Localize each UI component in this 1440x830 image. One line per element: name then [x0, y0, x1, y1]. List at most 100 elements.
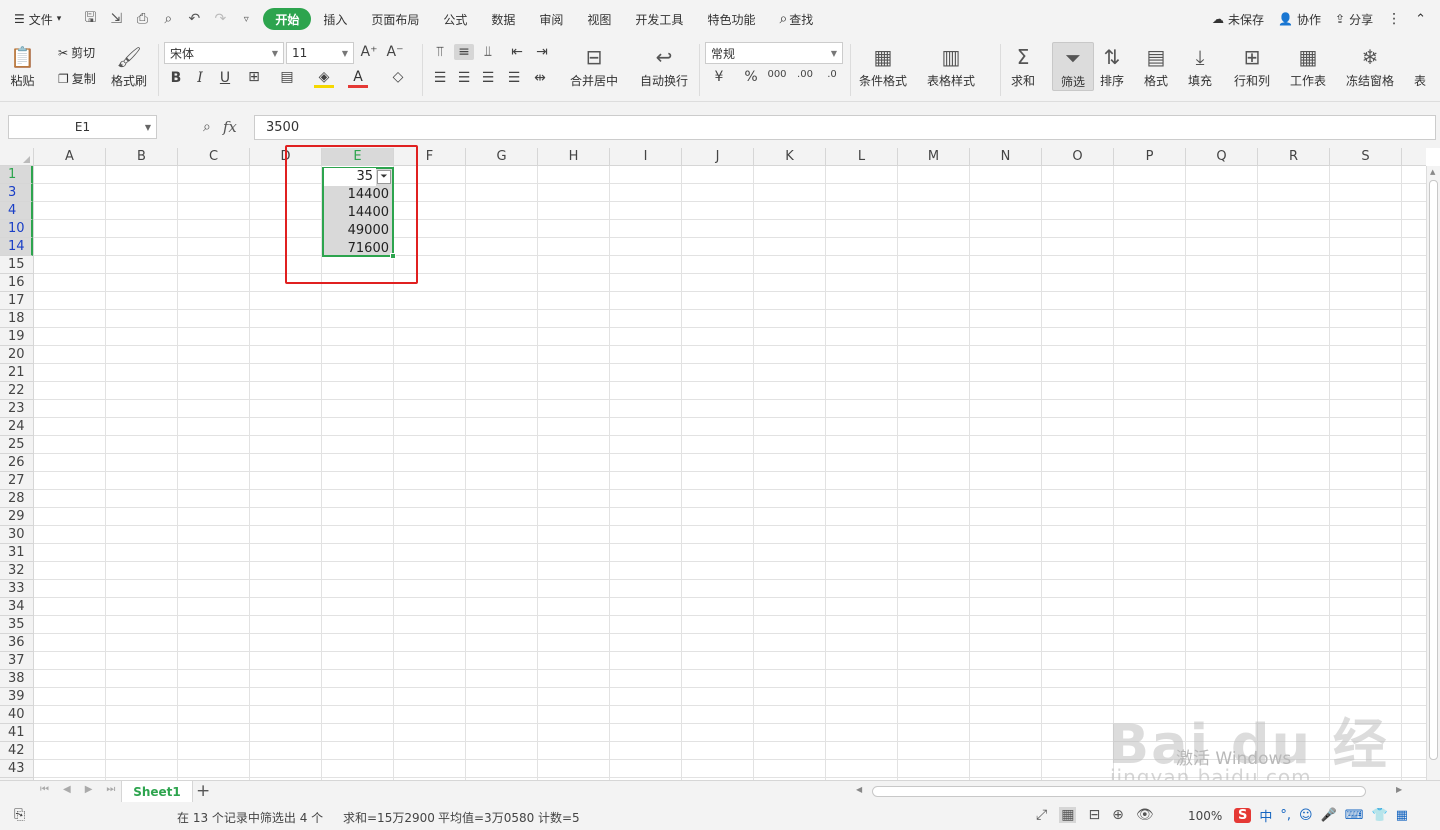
row-header[interactable]: 26 [0, 454, 33, 472]
font-name-select[interactable]: 宋体 ▼ [164, 42, 284, 64]
row-header[interactable]: 15 [0, 256, 33, 274]
share-button[interactable]: ⇪ 分享 [1335, 11, 1373, 28]
vertical-scrollbar[interactable]: ▲ [1426, 166, 1440, 780]
fill-color-icon[interactable]: ◈ [314, 69, 334, 88]
freeze-panes-button[interactable]: ❄ 冻结窗格 [1346, 42, 1394, 89]
increase-font-icon[interactable]: A⁺ [359, 44, 379, 60]
row-header[interactable]: 40 [0, 706, 33, 724]
skin-icon[interactable]: 👕 [1372, 808, 1388, 823]
tab-home[interactable]: 开始 [263, 8, 312, 30]
row-header[interactable]: 28 [0, 490, 33, 508]
filter-button[interactable]: ⏷ 筛选 [1052, 42, 1094, 91]
table-tools-button[interactable]: 表 [1414, 42, 1426, 89]
underline-icon[interactable]: U [215, 70, 235, 86]
scroll-up-icon[interactable]: ▲ [1430, 168, 1435, 176]
first-sheet-icon[interactable]: ⏮ [40, 784, 49, 795]
row-header[interactable]: 10 [0, 220, 33, 238]
scroll-right-icon[interactable]: ▶ [1396, 785, 1402, 794]
thousands-icon[interactable]: 000 [767, 69, 787, 80]
punctuation-icon[interactable]: °, [1280, 808, 1291, 823]
font-size-select[interactable]: 11 ▼ [286, 42, 354, 64]
eye-protection-icon[interactable]: 👁 [1136, 807, 1154, 823]
number-format-select[interactable]: 常规 ▼ [705, 42, 843, 64]
sogou-logo-icon[interactable]: S [1234, 808, 1252, 823]
tab-developer[interactable]: 开发工具 [623, 8, 695, 30]
collapse-ribbon-icon[interactable]: ⌃ [1415, 12, 1426, 27]
name-box[interactable]: E1 ▼ [8, 115, 157, 139]
tab-view[interactable]: 视图 [575, 8, 623, 30]
copy-button[interactable]: ❐ 复制 [58, 70, 96, 87]
column-header-k[interactable]: K [754, 148, 826, 166]
align-top-icon[interactable]: ⫪ [430, 44, 450, 60]
tab-review[interactable]: 审阅 [527, 8, 575, 30]
conditional-format-button[interactable]: ▦ 条件格式 [859, 42, 907, 89]
formula-input[interactable]: 3500 [254, 115, 1436, 140]
row-header[interactable]: 17 [0, 292, 33, 310]
collaborate-button[interactable]: 👤 协作 [1278, 11, 1321, 28]
save-icon[interactable]: 🖫 [81, 7, 99, 31]
fullscreen-icon[interactable]: ⤢ [1036, 807, 1047, 823]
decrease-font-icon[interactable]: A⁻ [385, 44, 405, 60]
border-icon[interactable]: ⊞ [244, 69, 264, 85]
wrap-text-button[interactable]: ↩ 自动换行 [640, 42, 688, 89]
ime-language[interactable]: 中 [1259, 806, 1272, 825]
row-header[interactable]: 34 [0, 598, 33, 616]
row-header[interactable]: 23 [0, 400, 33, 418]
column-header-c[interactable]: C [178, 148, 250, 166]
row-header[interactable]: 35 [0, 616, 33, 634]
sum-status[interactable]: 求和=15万2900 [343, 809, 435, 826]
row-header[interactable]: 29 [0, 508, 33, 526]
format-button[interactable]: ▤ 格式 [1144, 42, 1168, 89]
rows-columns-button[interactable]: ⊞ 行和列 [1234, 42, 1270, 89]
fill-button[interactable]: ⤓ 填充 [1188, 42, 1212, 89]
column-header-n[interactable]: N [970, 148, 1042, 166]
redo-icon[interactable]: ↷ [211, 11, 229, 27]
count-status[interactable]: 计数=5 [538, 809, 580, 826]
last-sheet-icon[interactable]: ⏭ [106, 784, 115, 795]
zoom-level[interactable]: 100% [1188, 809, 1222, 823]
worksheet-button[interactable]: ▦ 工作表 [1290, 42, 1326, 89]
sheet-tab-active[interactable]: Sheet1 [121, 781, 193, 803]
align-left-icon[interactable]: ☰ [430, 70, 450, 86]
tab-features[interactable]: 特色功能 [695, 8, 767, 30]
column-header-r[interactable]: R [1258, 148, 1330, 166]
cut-button[interactable]: ✂ 剪切 [58, 44, 95, 61]
macro-icon[interactable]: ⎘ [14, 807, 25, 823]
tab-page-layout[interactable]: 页面布局 [359, 8, 431, 30]
column-header-m[interactable]: M [898, 148, 970, 166]
customize-icon[interactable]: ▿ [237, 14, 255, 25]
sort-button[interactable]: ⇅ 排序 [1100, 42, 1124, 89]
vertical-scroll-thumb[interactable] [1429, 180, 1438, 760]
table-style-button[interactable]: ▥ 表格样式 [927, 42, 975, 89]
column-header-p[interactable]: P [1114, 148, 1186, 166]
more-icon[interactable]: ⋮ [1387, 11, 1401, 27]
tab-insert[interactable]: 插入 [311, 8, 359, 30]
column-header-b[interactable]: B [106, 148, 178, 166]
cell-area[interactable] [34, 166, 1426, 780]
horizontal-scroll-thumb[interactable] [872, 786, 1366, 797]
sum-button[interactable]: Σ 求和 [1011, 42, 1035, 89]
tab-formulas[interactable]: 公式 [431, 8, 479, 30]
column-header-g[interactable]: G [466, 148, 538, 166]
justify-icon[interactable]: ☰ [504, 70, 524, 86]
row-header[interactable]: 25 [0, 436, 33, 454]
file-menu[interactable]: ☰ 文件 ▾ [0, 0, 73, 38]
row-header[interactable]: 33 [0, 580, 33, 598]
distribute-icon[interactable]: ⇹ [530, 70, 550, 86]
column-header-a[interactable]: A [34, 148, 106, 166]
italic-icon[interactable]: I [190, 70, 210, 86]
align-right-icon[interactable]: ☰ [478, 70, 498, 86]
column-header-o[interactable]: O [1042, 148, 1114, 166]
row-header[interactable]: 30 [0, 526, 33, 544]
export-icon[interactable]: ⇲ [107, 11, 125, 27]
row-header[interactable]: 18 [0, 310, 33, 328]
scroll-left-icon[interactable]: ◀ [856, 785, 862, 794]
column-header-l[interactable]: L [826, 148, 898, 166]
undo-icon[interactable]: ↶ [185, 11, 203, 27]
align-bottom-icon[interactable]: ⫫ [478, 44, 498, 60]
print-icon[interactable]: ⎙ [133, 11, 151, 27]
column-header-i[interactable]: I [610, 148, 682, 166]
search-button[interactable]: ⌕ 查找 [767, 8, 825, 30]
font-color-icon[interactable]: A [348, 69, 368, 88]
row-header[interactable]: 43 [0, 760, 33, 778]
